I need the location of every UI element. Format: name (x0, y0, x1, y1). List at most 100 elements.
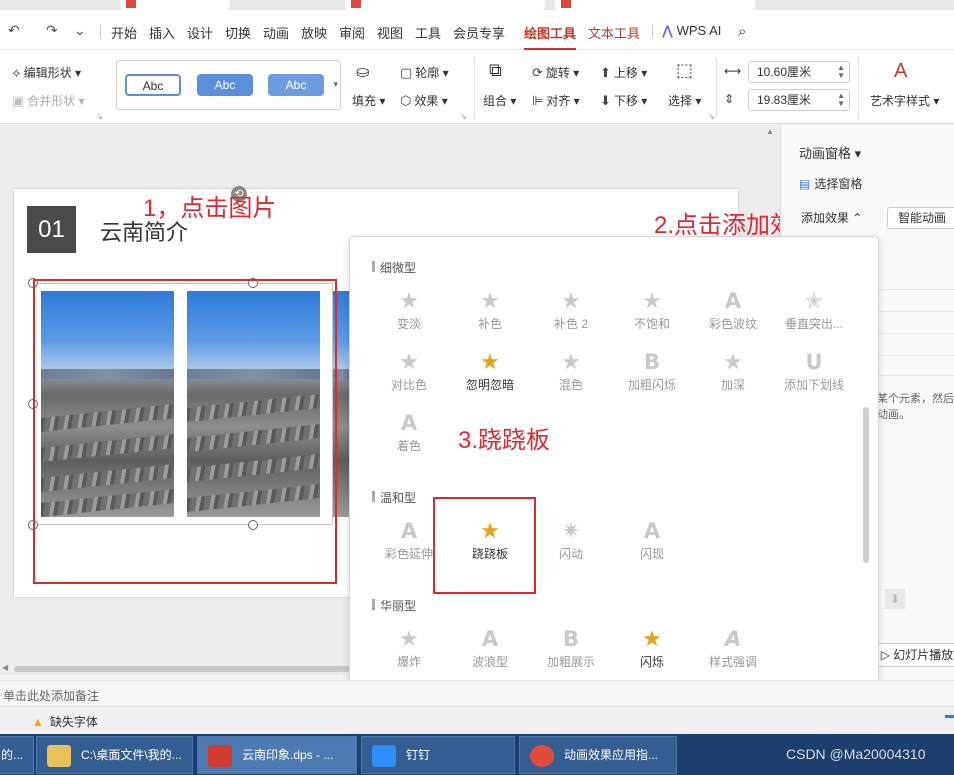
document-tab[interactable] (120, 0, 230, 10)
height-icon: ⇕ (724, 92, 735, 106)
dropdown-scrollbar[interactable] (863, 407, 869, 563)
dingtalk-icon (372, 745, 396, 767)
effect-color-wave[interactable]: A 彩色波纹 (694, 287, 772, 341)
effect-style-emphasis[interactable]: A 样式强调 (694, 625, 772, 679)
section-moderate: 温和型 (371, 491, 417, 505)
shape-style-1[interactable]: Abc (125, 74, 181, 96)
select-pane-icon[interactable]: ⬚ (676, 60, 693, 81)
menu-member[interactable]: 会员专享 (453, 23, 505, 42)
effect-label: 波浪型 (471, 655, 508, 669)
select-pane-button[interactable]: ▤ 选择窗格 (799, 175, 862, 192)
scroll-left-icon[interactable]: ◀ (2, 663, 8, 672)
taskbar-item-wps[interactable]: 云南印象.dps - ... (197, 736, 357, 774)
rotate-label: 旋转 (545, 66, 570, 80)
effect-bold-flash[interactable]: B 加粗闪烁 (613, 348, 691, 402)
gallery-more-icon[interactable]: ▾ (333, 79, 338, 90)
move-down-icon[interactable]: ⬇ (885, 589, 905, 609)
effect-fade[interactable]: ★ 变淡 (370, 287, 448, 341)
missing-font-indicator[interactable]: ▲ 缺失字体 (32, 713, 98, 730)
undo-icon[interactable]: ↶ (8, 22, 20, 39)
menu-transition[interactable]: 切换 (225, 23, 251, 42)
notes-pane[interactable]: 单击此处添加备注 (0, 680, 954, 706)
shape-style-3[interactable]: Abc (268, 74, 324, 96)
menu-text-tools[interactable]: 文本工具 (588, 23, 640, 42)
bring-forward-button[interactable]: ⬆ 上移 ▾ (600, 64, 647, 81)
effect-flash[interactable]: A 闪现 (613, 517, 691, 571)
art-text-style-button[interactable]: 艺术字样式 ▾ (870, 92, 939, 109)
effect-desaturate[interactable]: ★ 不饱和 (613, 287, 691, 341)
effect-underline[interactable]: U 添加下划线 (775, 348, 853, 402)
star-icon: ✭ (804, 288, 824, 313)
send-backward-button[interactable]: ⬇ 下移 ▾ (600, 92, 647, 109)
effect-flicker[interactable]: ✷ 闪动 (532, 517, 610, 571)
effect-pulse[interactable]: ★ 忽明忽暗 (451, 348, 529, 402)
fill-button[interactable]: 填充 ▾ (352, 92, 385, 109)
document-tab[interactable] (345, 0, 545, 10)
spinner-icon[interactable]: ▲ ▼ (837, 92, 845, 108)
shape-style-2[interactable]: Abc (197, 74, 253, 96)
star-icon: ★ (399, 349, 419, 374)
rotate-button[interactable]: ⟳ 旋转 ▾ (532, 64, 579, 81)
group-button[interactable]: 组合 ▾ (483, 92, 516, 109)
document-tab[interactable] (555, 0, 755, 10)
zoom-slider[interactable] (945, 715, 954, 718)
spinner-icon[interactable]: ▲ ▼ (837, 64, 845, 80)
effect-bold-reveal[interactable]: B 加粗展示 (532, 625, 610, 679)
effect-label: 垂直突出... (784, 317, 843, 331)
scroll-up-icon[interactable]: ▲ (766, 127, 774, 136)
align-button[interactable]: ⊫ 对齐 ▾ (532, 92, 580, 109)
taskbar-item-chrome[interactable]: 动画效果应用指... (519, 736, 677, 774)
menu-animation[interactable]: 动画 (263, 23, 289, 42)
effect-explode[interactable]: ★ 爆炸 (370, 625, 448, 679)
menu-design[interactable]: 设计 (187, 23, 213, 42)
outline-button[interactable]: ▢ 轮廓 ▾ (400, 64, 449, 81)
wps-ai-button[interactable]: ⋀ WPS AI (662, 23, 721, 39)
effect-colorize[interactable]: A 着色 (370, 409, 448, 463)
fill-bucket-icon[interactable]: ⛀ (356, 62, 369, 82)
effect-blink[interactable]: ★ 闪烁 (613, 625, 691, 679)
menu-slideshow[interactable]: 放映 (301, 23, 327, 42)
height-field[interactable]: 19.83厘米 ▲ ▼ (748, 89, 850, 111)
animation-pane-title[interactable]: 动画窗格 ▾ (799, 143, 861, 162)
art-text-icon[interactable]: A (894, 60, 907, 83)
warning-icon: ▲ (32, 715, 44, 729)
effect-complementary-2[interactable]: ★ 补色 2 (532, 287, 610, 341)
outline-icon: ▢ (400, 65, 413, 80)
letter-a-icon: A (400, 411, 418, 435)
width-field[interactable]: 10.60厘米 ▲ ▼ (748, 61, 850, 83)
effect-wave[interactable]: A 波浪型 (451, 625, 529, 679)
taskbar-item-explorer[interactable]: C:\桌面文件\我的... (36, 736, 193, 774)
effect-label: 爆炸 (396, 655, 421, 669)
menu-start[interactable]: 开始 (111, 23, 137, 42)
merge-shape-button: ▣ 合并形状 ▾ (12, 93, 85, 108)
notes-placeholder: 单击此处添加备注 (3, 689, 100, 703)
slideshow-play-button[interactable]: ▷ 幻灯片播放 (877, 643, 954, 667)
animation-pane-title-label: 动画窗格 (799, 146, 852, 161)
effect-button[interactable]: ⬡ 效果 ▾ (400, 92, 448, 109)
search-icon[interactable]: ⌕ (738, 23, 746, 40)
group-icon[interactable]: ⧉ (489, 60, 502, 81)
effect-contrasting-color[interactable]: ★ 对比色 (370, 348, 448, 402)
taskbar-item[interactable]: 的... (0, 736, 34, 774)
align-label: 对齐 (546, 94, 571, 108)
menu-view[interactable]: 视图 (377, 23, 403, 42)
effect-label: 混色 (558, 378, 583, 392)
menu-drawing-tools[interactable]: 绘图工具 (524, 23, 577, 50)
chevron-down-icon[interactable]: ⌄ (74, 22, 86, 39)
effect-complementary[interactable]: ★ 补色 (451, 287, 529, 341)
effect-darken[interactable]: ★ 加深 (694, 348, 772, 402)
star-icon: ★ (480, 349, 500, 374)
effect-label: 不饱和 (633, 317, 670, 331)
add-effect-button[interactable]: 添加效果 ⌃ (801, 207, 881, 229)
effect-label: 补色 2 (553, 317, 588, 331)
effect-blend[interactable]: ★ 混色 (532, 348, 610, 402)
menu-review[interactable]: 审阅 (339, 23, 365, 42)
redo-icon[interactable]: ↷ (46, 22, 58, 39)
edit-shape-button[interactable]: ⟡ 编辑形状 ▾ (12, 64, 81, 81)
menu-tools[interactable]: 工具 (415, 23, 441, 42)
taskbar-item-dingtalk[interactable]: 钉钉 (361, 736, 515, 774)
effect-vertical-highlight[interactable]: ✭ 垂直突出... (775, 287, 853, 341)
smart-animation-button[interactable]: 智能动画 (887, 207, 954, 229)
menu-insert[interactable]: 插入 (149, 23, 175, 42)
select-button[interactable]: 选择 ▾ (668, 92, 701, 109)
